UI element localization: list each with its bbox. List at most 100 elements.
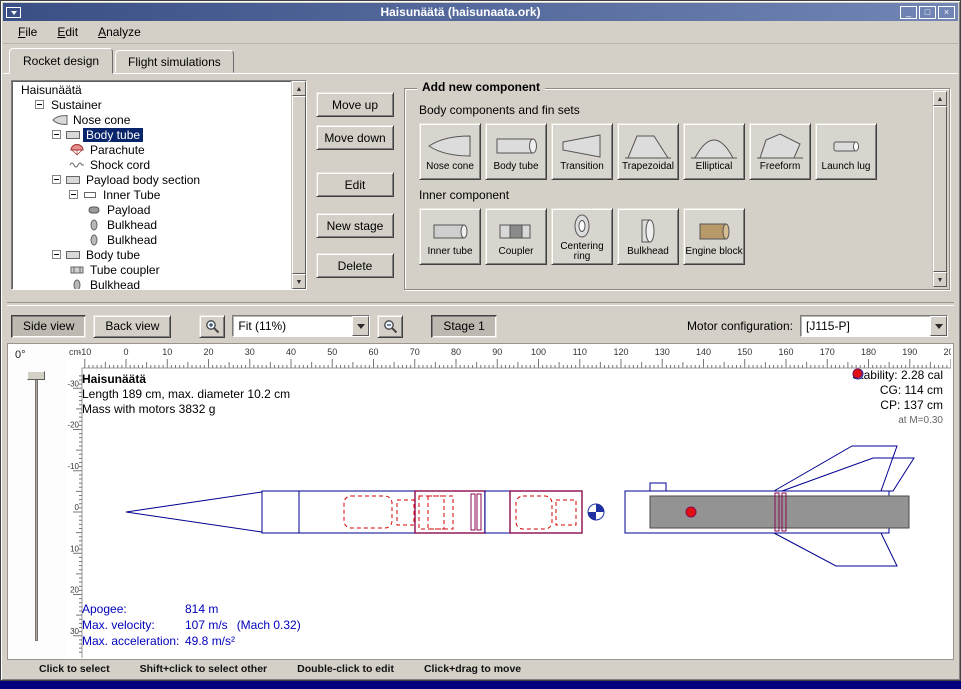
window-menu-icon[interactable] [6, 7, 21, 18]
shockcord-icon [69, 159, 85, 171]
tree-item-sustainer[interactable]: Sustainer [12, 97, 291, 112]
tree-item-bulkhead[interactable]: Bulkhead [12, 277, 291, 289]
palette-scrollbar[interactable]: ▲ ▼ [932, 91, 947, 287]
menu-analyze[interactable]: Analyze [89, 22, 150, 42]
cp-marker [686, 507, 696, 517]
bulkhead-button[interactable]: Bulkhead [617, 208, 679, 265]
zoom-out-button[interactable] [377, 315, 403, 338]
tab-flight-simulations[interactable]: Flight simulations [115, 50, 234, 73]
palette-button-label: Freeform [760, 162, 801, 172]
palette-row: Nose cone Body tubeTransition Trapezoidal E… [419, 123, 935, 180]
button-label: Delete [338, 259, 373, 273]
scroll-thumb[interactable] [292, 96, 306, 274]
apogee-label: Apogee: [82, 601, 185, 617]
palette-button-label: Trapezoidal [622, 162, 674, 172]
minimize-icon[interactable]: _ [900, 6, 917, 19]
tree-item-inner-tube[interactable]: Inner Tube [12, 187, 291, 202]
tab-label: Rocket design [23, 54, 99, 68]
bodytube-icon [65, 129, 81, 141]
trapezoidal-button[interactable]: Trapezoidal [617, 123, 679, 180]
back-view-button[interactable]: Back view [93, 315, 171, 338]
chevron-down-icon[interactable] [352, 316, 369, 336]
launch-lug-button[interactable]: Launch lug [815, 123, 877, 180]
svg-text:0: 0 [123, 347, 128, 357]
stage-1-toggle[interactable]: Stage 1 [431, 315, 496, 338]
rocket-name: Haisunäätä [82, 372, 290, 387]
motor-configuration-select[interactable]: [J115-P] [800, 315, 948, 337]
zoom-in-button[interactable] [199, 315, 225, 338]
tree-item-label: Inner Tube [100, 188, 163, 202]
delete-button[interactable]: Delete [316, 253, 394, 278]
scroll-down-icon[interactable]: ▼ [292, 274, 306, 289]
tab-rocket-design[interactable]: Rocket design [9, 48, 113, 74]
tree-scrollbar[interactable]: ▲ ▼ [291, 81, 306, 289]
tree-item-tube-coupler[interactable]: Tube coupler [12, 262, 291, 277]
tree-item-label: Sustainer [48, 98, 105, 112]
zoom-select[interactable]: Fit (11%) [232, 315, 370, 337]
tree-item-payload-body-section[interactable]: Payload body section [12, 172, 291, 187]
scroll-up-icon[interactable]: ▲ [933, 91, 947, 106]
tree-item-shock-cord[interactable]: Shock cord [12, 157, 291, 172]
collapse-icon[interactable] [52, 250, 61, 259]
close-icon[interactable]: × [938, 6, 955, 19]
collapse-icon[interactable] [52, 175, 61, 184]
launchlug-icon [822, 131, 870, 161]
maximize-icon[interactable]: □ [919, 6, 936, 19]
tree-item-body-tube[interactable]: Body tube [12, 247, 291, 262]
nose-cone-button[interactable]: Nose cone [419, 123, 481, 180]
new-stage-button[interactable]: New stage [316, 213, 394, 238]
palette-button-label: Bulkhead [627, 247, 669, 257]
freeform-button[interactable]: Freeform [749, 123, 811, 180]
tree-item-body-tube[interactable]: Body tube [12, 127, 291, 142]
side-view-label: Side view [23, 319, 74, 333]
palette-button-label: Nose cone [426, 162, 474, 172]
tree-item-label: Haisunäätä [18, 83, 85, 97]
tree-item-label: Bulkhead [104, 218, 160, 232]
mach-note: at M=0.30 [852, 413, 943, 428]
tree-item-payload[interactable]: Payload [12, 202, 291, 217]
move-up-button[interactable]: Move up [316, 92, 394, 117]
hint-shift-click-to-select-other: Shift+click to select other [140, 663, 268, 675]
centering-ring-button[interactable]: Centering ring [551, 208, 613, 265]
tree-item-bulkhead[interactable]: Bulkhead [12, 232, 291, 247]
rocket-drawing[interactable] [126, 446, 914, 566]
collapse-icon[interactable] [69, 190, 78, 199]
coupler-button[interactable]: Coupler [485, 208, 547, 265]
rocket-canvas: 0° -100102030405060708090100110120130140… [7, 343, 954, 660]
engine-block-button[interactable]: Engine block [683, 208, 745, 265]
tree-item-label: Body tube [83, 248, 143, 262]
window-controls: _ □ × [900, 6, 955, 19]
side-view-button[interactable]: Side view [11, 315, 86, 338]
inner-tube-button[interactable]: Inner tube [419, 208, 481, 265]
nosecone-icon [426, 131, 474, 161]
menu-file[interactable]: File [9, 22, 46, 42]
hint-double-click-to-edit: Double-click to edit [297, 663, 394, 675]
collapse-icon[interactable] [35, 100, 44, 109]
rocket-view[interactable]: -100102030405060708090100110120130140150… [66, 344, 953, 659]
tree-item-parachute[interactable]: Parachute [12, 142, 291, 157]
collapse-icon[interactable] [52, 130, 61, 139]
move-down-button[interactable]: Move down [316, 125, 394, 150]
rotation-slider-handle[interactable] [27, 371, 45, 380]
scroll-up-icon[interactable]: ▲ [292, 81, 306, 96]
split-handle[interactable] [3, 296, 958, 310]
body-tube-button[interactable]: Body tube [485, 123, 547, 180]
rotation-slider-track[interactable] [35, 374, 38, 641]
tree-item-nose-cone[interactable]: Nose cone [12, 112, 291, 127]
flight-summary: Apogee: 814 m Max. velocity: 107 m/s (Ma… [82, 601, 301, 649]
elliptical-button[interactable]: Elliptical [683, 123, 745, 180]
stability-info: Stability: 2.28 cal CG: 114 cm [852, 368, 943, 428]
tree-item-label: Shock cord [87, 158, 153, 172]
chevron-down-icon[interactable] [930, 316, 947, 336]
tree-item-haisun-t[interactable]: Haisunäätä [12, 82, 291, 97]
cg-value: CG: 114 cm [880, 383, 943, 398]
tree-item-bulkhead[interactable]: Bulkhead [12, 217, 291, 232]
scroll-thumb[interactable] [933, 106, 947, 272]
rotation-control: 0° [8, 344, 66, 659]
component-tree: HaisunäätäSustainerNose coneBody tubePar… [12, 81, 291, 289]
menu-edit[interactable]: Edit [48, 22, 87, 42]
tab-label: Flight simulations [128, 55, 221, 69]
transition-button[interactable]: Transition [551, 123, 613, 180]
scroll-down-icon[interactable]: ▼ [933, 272, 947, 287]
edit-button[interactable]: Edit [316, 172, 394, 197]
